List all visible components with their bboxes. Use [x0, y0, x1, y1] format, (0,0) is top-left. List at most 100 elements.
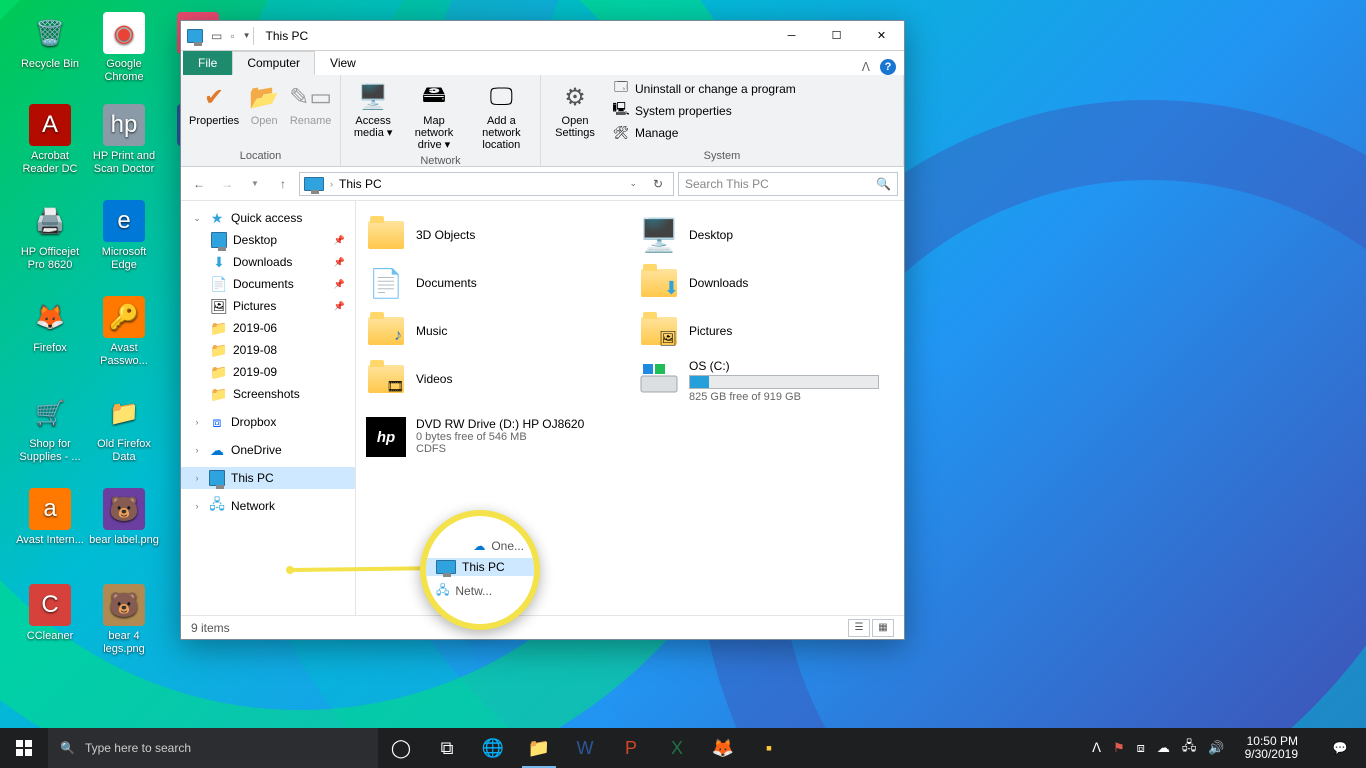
desktop-icon[interactable]: 📁Old Firefox Data: [88, 392, 160, 464]
tray-security-icon[interactable]: ⚑: [1113, 740, 1125, 756]
group-location-label: Location: [187, 150, 334, 164]
action-center-icon[interactable]: 💬: [1318, 728, 1362, 768]
tray-chevron-icon[interactable]: ᐱ: [1092, 740, 1101, 756]
desktop-icon[interactable]: AAcrobat Reader DC: [14, 104, 86, 176]
desktop-icon[interactable]: 🛒Shop for Supplies - ...: [14, 392, 86, 464]
tile-pictures[interactable]: 🖼Pictures: [635, 307, 898, 355]
tile-downloads[interactable]: ⬇Downloads: [635, 259, 898, 307]
minimize-button[interactable]: ─: [769, 21, 814, 50]
tray-volume-icon[interactable]: 🔊: [1208, 740, 1224, 756]
nav-network[interactable]: ›🖧Network: [181, 495, 355, 517]
tile-desktop[interactable]: 🖥️Desktop: [635, 211, 898, 259]
forward-button[interactable]: →: [215, 172, 239, 196]
access-media-button[interactable]: 🖥️Access media ▾: [347, 77, 399, 143]
nav-quick-access[interactable]: ⌄★Quick access: [181, 207, 355, 229]
tab-computer[interactable]: Computer: [232, 51, 315, 75]
manage-button[interactable]: 🛠Manage: [607, 123, 802, 143]
tile-documents[interactable]: 📄Documents: [362, 259, 625, 307]
ribbon-collapse-icon[interactable]: ᐱ: [862, 60, 870, 74]
nav-screenshots[interactable]: 📁Screenshots: [181, 383, 355, 405]
tray-network-icon[interactable]: 🖧: [1182, 737, 1197, 759]
start-button[interactable]: [0, 728, 48, 768]
properties-button[interactable]: ✔Properties: [187, 77, 241, 131]
desktop-icon[interactable]: eMicrosoft Edge: [88, 200, 160, 272]
tile-drive-c[interactable]: OS (C:) 825 GB free of 919 GB: [635, 355, 898, 413]
open-button[interactable]: 📂Open: [243, 77, 285, 131]
window-title: This PC: [266, 29, 309, 43]
nav-dropbox[interactable]: ›⧈Dropbox: [181, 411, 355, 433]
task-view-icon[interactable]: ⧉: [424, 728, 470, 768]
maximize-button[interactable]: ☐: [814, 21, 859, 50]
close-button[interactable]: ✕: [859, 21, 904, 50]
tile-videos[interactable]: 🎞Videos: [362, 355, 625, 403]
back-button[interactable]: ←: [187, 172, 211, 196]
breadcrumb-thispc[interactable]: This PC: [339, 177, 382, 191]
tab-file[interactable]: File: [183, 51, 232, 75]
rename-button[interactable]: ✎▭Rename: [287, 77, 334, 131]
desktop-icon[interactable]: 🗑️Recycle Bin: [14, 12, 86, 71]
ribbon-tabs: File Computer View ᐱ ?: [181, 51, 904, 75]
refresh-icon[interactable]: ↻: [647, 177, 669, 191]
nav-2019-06[interactable]: 📁2019-06: [181, 317, 355, 339]
taskbar-app-1[interactable]: 🌐: [470, 728, 516, 768]
address-bar[interactable]: › This PC ⌄ ↻: [299, 172, 674, 196]
qat-dropdown-icon[interactable]: ▼: [243, 31, 251, 40]
pin-icon: 📌: [334, 301, 345, 312]
desktop-icon[interactable]: aAvast Intern...: [14, 488, 86, 547]
title-bar[interactable]: ▭ ▫ ▼ This PC ─ ☐ ✕: [181, 21, 904, 51]
taskbar-search[interactable]: 🔍Type here to search: [48, 728, 378, 768]
thispc-icon: [187, 28, 203, 44]
desktop-icon[interactable]: ◉Google Chrome: [88, 12, 160, 84]
add-network-button[interactable]: 🖵Add a network location: [469, 77, 534, 155]
address-row: ← → ▼ ↑ › This PC ⌄ ↻ Search This PC 🔍: [181, 167, 904, 201]
up-button[interactable]: ↑: [271, 172, 295, 196]
taskbar-clock[interactable]: 10:50 PM 9/30/2019: [1237, 735, 1306, 761]
tile-music[interactable]: ♪Music: [362, 307, 625, 355]
desktop-icon[interactable]: 🔑Avast Passwo...: [88, 296, 160, 368]
taskbar-powerpoint[interactable]: P: [608, 728, 654, 768]
nav-pictures[interactable]: 🖼Pictures📌: [181, 295, 355, 317]
search-input[interactable]: Search This PC 🔍: [678, 172, 898, 196]
nav-thispc[interactable]: ›This PC: [181, 467, 355, 489]
desktop-icon[interactable]: 🐻bear label.png: [88, 488, 160, 547]
nav-onedrive[interactable]: ›☁OneDrive: [181, 439, 355, 461]
cortana-icon[interactable]: ◯: [378, 728, 424, 768]
nav-pane: ⌄★Quick access Desktop📌 ⬇Downloads📌 📄Doc…: [181, 201, 356, 615]
taskbar-firefox[interactable]: 🦊: [700, 728, 746, 768]
system-tray: ᐱ ⚑ ⧈ ☁ 🖧 🔊 10:50 PM 9/30/2019 💬: [1088, 728, 1366, 768]
taskbar-excel[interactable]: X: [654, 728, 700, 768]
nav-documents[interactable]: 📄Documents📌: [181, 273, 355, 295]
nav-2019-08[interactable]: 📁2019-08: [181, 339, 355, 361]
search-icon: 🔍: [60, 741, 75, 755]
desktop-icon[interactable]: 🐻bear 4 legs.png: [88, 584, 160, 656]
view-large-icon[interactable]: ▦: [872, 619, 894, 637]
nav-desktop[interactable]: Desktop📌: [181, 229, 355, 251]
tile-3d-objects[interactable]: 3D Objects: [362, 211, 625, 259]
recent-button[interactable]: ▼: [243, 172, 267, 196]
desktop-icon[interactable]: hpHP Print and Scan Doctor: [88, 104, 160, 176]
tab-view[interactable]: View: [315, 51, 371, 75]
tray-dropbox-icon[interactable]: ⧈: [1137, 740, 1145, 756]
taskbar-word[interactable]: W: [562, 728, 608, 768]
view-details-icon[interactable]: ☰: [848, 619, 870, 637]
address-dropdown-icon[interactable]: ⌄: [625, 178, 641, 189]
group-system-label: System: [547, 150, 897, 164]
tile-dvd-drive[interactable]: hp DVD RW Drive (D:) HP OJ8620 0 bytes f…: [362, 413, 625, 461]
status-bar: 9 items ☰ ▦: [181, 615, 904, 639]
desktop-icon[interactable]: CCCleaner: [14, 584, 86, 643]
qat-new-icon[interactable]: ▫: [230, 29, 234, 43]
open-settings-button[interactable]: ⚙Open Settings: [547, 77, 603, 143]
tray-onedrive-icon[interactable]: ☁: [1157, 740, 1170, 756]
help-icon[interactable]: ?: [880, 59, 896, 75]
desktop-icon[interactable]: 🦊Firefox: [14, 296, 86, 355]
qat-properties-icon[interactable]: ▭: [211, 29, 222, 43]
system-properties-button[interactable]: 🖳System properties: [607, 101, 802, 121]
nav-2019-09[interactable]: 📁2019-09: [181, 361, 355, 383]
desktop-icon[interactable]: 🖨️HP Officejet Pro 8620: [14, 200, 86, 272]
pin-icon: 📌: [334, 257, 345, 268]
uninstall-button[interactable]: 🗔Uninstall or change a program: [607, 79, 802, 99]
nav-downloads[interactable]: ⬇Downloads📌: [181, 251, 355, 273]
taskbar-sticky[interactable]: ▪: [746, 728, 792, 768]
taskbar-explorer[interactable]: 📁: [516, 728, 562, 768]
map-drive-button[interactable]: 🖴Map network drive ▾: [401, 77, 466, 155]
